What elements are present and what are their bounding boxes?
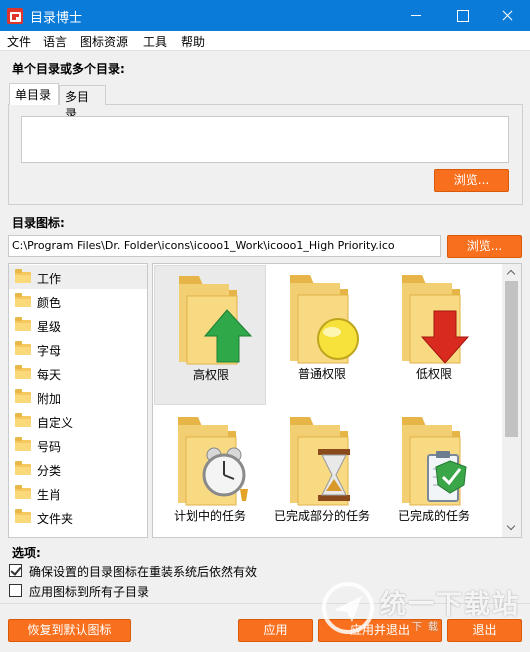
browse-folder-button[interactable]: 浏览... xyxy=(434,169,509,192)
folder-icon xyxy=(15,509,31,523)
apply-subfolders-checkbox[interactable] xyxy=(9,584,22,597)
icon-scheduled-task[interactable]: 计划中的任务 xyxy=(154,407,266,537)
minimize-icon[interactable] xyxy=(393,0,439,31)
options-label: 选项: xyxy=(12,546,41,560)
folder-icon xyxy=(15,365,31,379)
menu-language[interactable]: 语言 xyxy=(43,33,67,50)
folder-icon xyxy=(15,341,31,355)
category-item[interactable]: 附加 xyxy=(9,385,147,409)
icon-partially-completed[interactable]: 已完成部分的任务 xyxy=(266,407,378,537)
category-item[interactable]: 星级 xyxy=(9,313,147,337)
folder-low-priority-icon xyxy=(402,275,470,364)
category-item[interactable]: 文件夹 xyxy=(9,505,147,529)
watermark-logo-icon xyxy=(322,582,374,634)
category-item[interactable]: 每天 xyxy=(9,361,147,385)
scroll-thumb[interactable] xyxy=(505,281,518,437)
folder-icon xyxy=(15,485,31,499)
tab-multiple-folders[interactable]: 多目录 xyxy=(59,85,106,121)
apply-subfolders-label: 应用图标到所有子目录 xyxy=(29,585,150,599)
close-icon[interactable] xyxy=(484,0,530,31)
category-item[interactable]: 字母 xyxy=(9,337,147,361)
icon-path-input[interactable]: C:\Program Files\Dr. Folder\icons\icooo1… xyxy=(8,235,441,257)
menu-help[interactable]: 帮助 xyxy=(181,33,205,50)
icon-label: 低权限 xyxy=(415,367,452,381)
icon-low-priority[interactable]: 低权限 xyxy=(378,265,490,405)
menu-bar: 文件 语言 图标资源 工具 帮助 xyxy=(0,31,530,51)
folder-high-priority-icon xyxy=(179,276,253,365)
folder-icon xyxy=(15,461,31,475)
menu-icon-resources[interactable]: 图标资源 xyxy=(80,33,128,50)
folder-icon xyxy=(15,413,31,427)
browse-icon-button[interactable]: 浏览... xyxy=(447,235,522,258)
icon-label: 高权限 xyxy=(192,368,229,382)
folder-icon xyxy=(15,269,31,283)
folders-label: 单个目录或多个目录: xyxy=(12,62,125,76)
icon-high-priority[interactable]: 高权限 xyxy=(154,265,266,405)
icon-label: 已完成的任务 xyxy=(397,509,470,523)
category-item[interactable]: 自定义 xyxy=(9,409,147,433)
icon-grid-scrollbar[interactable] xyxy=(502,264,521,537)
icon-label: 目录图标: xyxy=(12,216,65,230)
menu-file[interactable]: 文件 xyxy=(7,33,31,50)
icon-label: 计划中的任务 xyxy=(173,509,246,523)
apply-button[interactable]: 应用 xyxy=(238,619,313,642)
folder-input[interactable] xyxy=(21,116,509,163)
category-list: 工作 颜色 星级 字母 每天 附加 自定义 号码 分类 生肖 文件夹 xyxy=(8,263,148,538)
category-item[interactable]: 分类 xyxy=(9,457,147,481)
window-title: 目录博士 xyxy=(30,11,83,26)
restore-default-button[interactable]: 恢复到默认图标 xyxy=(8,619,131,642)
scroll-down-icon[interactable] xyxy=(502,520,521,537)
icon-completed[interactable]: 已完成的任务 xyxy=(378,407,490,537)
folder-alarm-clock-icon xyxy=(178,417,248,506)
watermark-text: 统一下载站 xyxy=(380,590,521,620)
category-item[interactable]: 号码 xyxy=(9,433,147,457)
category-item[interactable]: 颜色 xyxy=(9,289,147,313)
folder-icon xyxy=(15,293,31,307)
folder-icon xyxy=(15,317,31,331)
folder-normal-priority-icon xyxy=(290,275,359,364)
maximize-icon[interactable] xyxy=(439,0,485,31)
icon-label: 已完成部分的任务 xyxy=(273,509,370,523)
folder-icon xyxy=(15,389,31,403)
icon-normal-priority[interactable]: 普通权限 xyxy=(266,265,378,405)
category-item[interactable]: 生肖 xyxy=(9,481,147,505)
watermark: 统一下载站 下载 xyxy=(318,574,530,644)
icon-label: 普通权限 xyxy=(297,367,346,381)
keep-icon-checkbox[interactable] xyxy=(9,564,22,577)
watermark-subtext: 下载 xyxy=(412,622,444,633)
title-bar: 目录博士 xyxy=(0,0,530,31)
menu-tools[interactable]: 工具 xyxy=(143,33,167,50)
scroll-up-icon[interactable] xyxy=(502,264,521,281)
tab-single-folder[interactable]: 单目录 xyxy=(9,83,59,105)
category-item[interactable]: 工作 xyxy=(9,265,147,289)
folder-hourglass-icon xyxy=(290,417,350,506)
folder-icon xyxy=(15,437,31,451)
keep-icon-label: 确保设置的目录图标在重装系统后依然有效 xyxy=(29,565,258,579)
icon-grid: 高权限 普通权限 低权限 计划中的任务 已完成部分的任务 已完成的任务 xyxy=(152,263,522,538)
folder-clipboard-check-icon xyxy=(402,417,467,506)
app-icon xyxy=(7,8,23,24)
